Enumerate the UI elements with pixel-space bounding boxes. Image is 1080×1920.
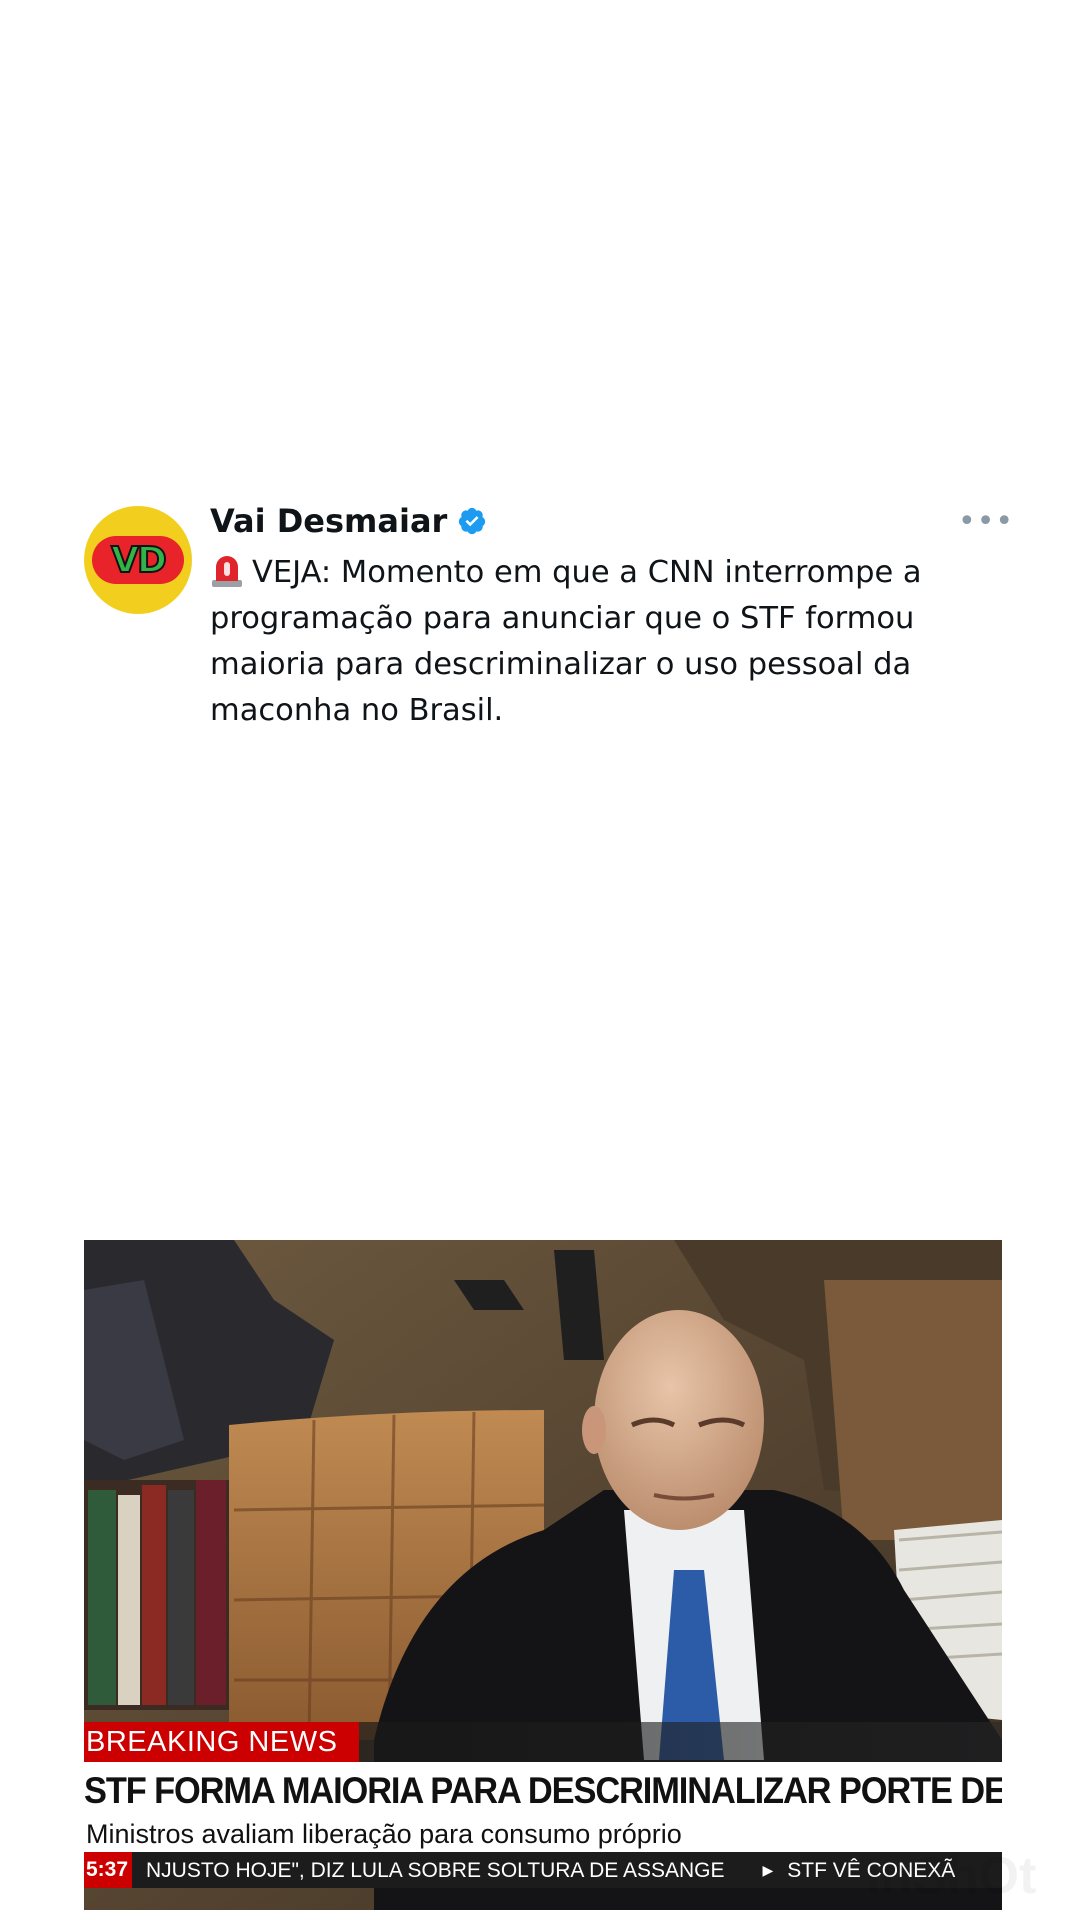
news-ticker: 5:37 NJUSTO HOJE", DIZ LULA SOBRE SOLTUR… [84, 1852, 1002, 1888]
tweet-header: Vai Desmaiar [210, 502, 487, 540]
video-headline: STF FORMA MAIORIA PARA DESCRIMINALIZAR P… [84, 1770, 1002, 1811]
tweet-text: VEJA: Momento em que a CNN interrompe a … [210, 550, 1010, 734]
breaking-news-label: BREAKING NEWS [84, 1722, 360, 1762]
video-subheadline: Ministros avaliam liberação para consumo… [86, 1819, 682, 1849]
ticker-text: NJUSTO HOJE", DIZ LULA SOBRE SOLTURA DE … [146, 1852, 955, 1888]
avatar-logo-text: VD [110, 539, 168, 582]
ticker-time: 5:37 [84, 1852, 133, 1888]
avatar[interactable]: VD [84, 506, 192, 614]
siren-emoji-icon [212, 556, 242, 587]
ticker-item: NJUSTO HOJE", DIZ LULA SOBRE SOLTURA DE … [146, 1859, 725, 1882]
more-options-icon[interactable]: ••• [958, 504, 1014, 539]
tweet-body: VEJA: Momento em que a CNN interrompe a … [210, 555, 922, 728]
video-frame[interactable]: BREAKING NEWS STF FORMA MAIORIA PARA DES… [84, 1240, 1002, 1910]
ticker-separator-icon: ▶ [762, 1862, 774, 1878]
inshot-watermark: InShOt [866, 1847, 1037, 1905]
screen: VD Vai Desmaiar ••• VEJA: Momento em que… [0, 0, 1080, 1920]
verified-badge-icon [459, 507, 486, 535]
author-name[interactable]: Vai Desmaiar [210, 502, 447, 540]
avatar-logo: VD [92, 536, 184, 584]
